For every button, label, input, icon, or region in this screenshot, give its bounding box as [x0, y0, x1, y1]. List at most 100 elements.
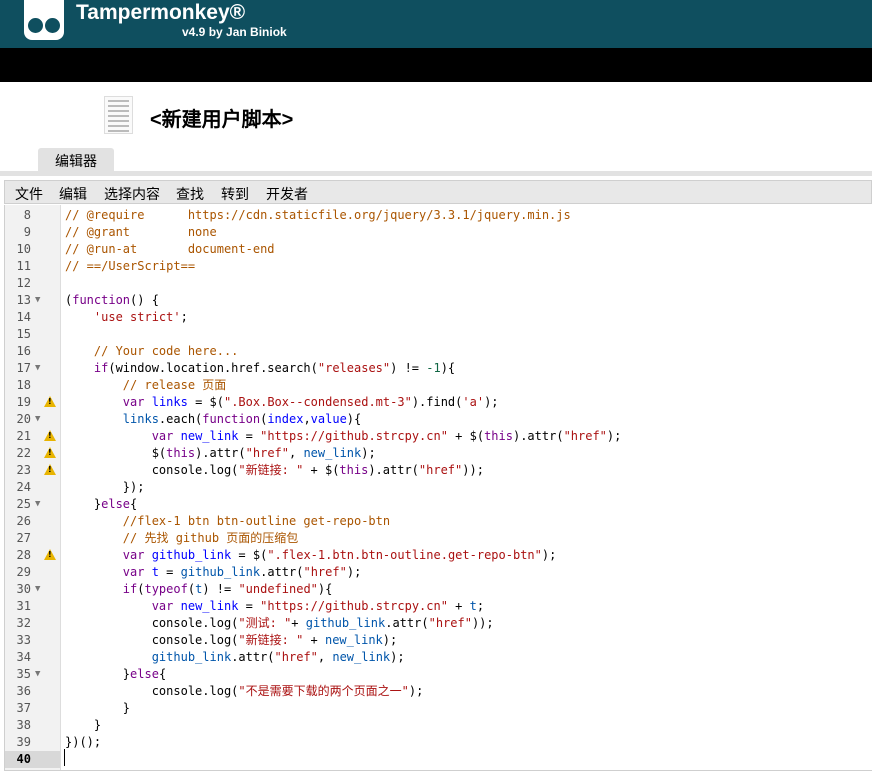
menu-find[interactable]: 查找: [176, 184, 204, 204]
code-line: 20 ▼ links.each(function(index,value){: [5, 411, 872, 428]
code-line: 9 // @grant none: [5, 224, 872, 241]
line-number: 14: [16, 310, 31, 324]
tab-strip: [0, 171, 872, 176]
code-line: 39 })();: [5, 734, 872, 751]
tampermonkey-logo-icon[interactable]: [24, 0, 64, 40]
fold-arrow-icon[interactable]: ▼: [35, 292, 40, 309]
line-number: 21: [16, 429, 31, 443]
code-line: 36 console.log("不是需要下载的两个页面之一");: [5, 683, 872, 700]
line-number: 22: [16, 446, 31, 460]
menu-file[interactable]: 文件: [15, 184, 43, 204]
line-code[interactable]: console.log("新链接: " + new_link);: [65, 632, 398, 649]
fold-arrow-icon[interactable]: ▼: [35, 496, 40, 513]
line-number: 23: [16, 463, 31, 477]
line-number: 38: [16, 718, 31, 732]
line-number: 17: [16, 361, 31, 375]
code-line: 35 ▼ }else{: [5, 666, 872, 683]
code-line: 40: [5, 751, 872, 768]
warning-icon[interactable]: [44, 430, 56, 441]
code-line: 8 // @require https://cdn.staticfile.org/…: [5, 207, 872, 224]
line-code[interactable]: $(this).attr("href", new_link);: [65, 445, 376, 462]
line-code[interactable]: links.each(function(index,value){: [65, 411, 361, 428]
line-number: 10: [16, 242, 31, 256]
line-code[interactable]: // @run-at document-end: [65, 241, 275, 258]
line-code[interactable]: var new_link = "https://github.strcpy.cn…: [65, 598, 484, 615]
fold-arrow-icon[interactable]: ▼: [35, 666, 40, 683]
code-line: 30 ▼ if(typeof(t) != "undefined"){: [5, 581, 872, 598]
script-file-icon: [104, 96, 133, 134]
line-number: 12: [16, 276, 31, 290]
line-code[interactable]: 'use strict';: [65, 309, 188, 326]
line-number: 30: [16, 582, 31, 596]
warning-icon[interactable]: [44, 447, 56, 458]
line-code[interactable]: if(typeof(t) != "undefined"){: [65, 581, 333, 598]
line-code[interactable]: // 先找 github 页面的压缩包: [65, 530, 298, 547]
code-line: 23 console.log("新链接: " + $(this).attr("h…: [5, 462, 872, 479]
line-number: 24: [16, 480, 31, 494]
line-code[interactable]: //flex-1 btn btn-outline get-repo-btn: [65, 513, 390, 530]
line-code[interactable]: (function() {: [65, 292, 159, 309]
line-number: 26: [16, 514, 31, 528]
code-line: 15: [5, 326, 872, 343]
menu-selection[interactable]: 选择内容: [104, 184, 160, 204]
line-code[interactable]: // release 页面: [65, 377, 226, 394]
app-version: v4.9 by Jan Biniok: [182, 25, 287, 39]
code-line: 24 });: [5, 479, 872, 496]
line-number: 32: [16, 616, 31, 630]
line-code[interactable]: // Your code here...: [65, 343, 239, 360]
code-line: 29 var t = github_link.attr("href");: [5, 564, 872, 581]
logo-right-eye: [45, 18, 60, 33]
warning-icon[interactable]: [44, 464, 56, 475]
menu-edit[interactable]: 编辑: [59, 184, 87, 204]
code-line: 32 console.log("测试: "+ github_link.attr(…: [5, 615, 872, 632]
line-code[interactable]: })();: [65, 734, 101, 751]
line-code[interactable]: var links = $(".Box.Box--condensed.mt-3"…: [65, 394, 499, 411]
line-code[interactable]: }else{: [65, 666, 166, 683]
line-code[interactable]: console.log("测试: "+ github_link.attr("hr…: [65, 615, 494, 632]
tab-editor[interactable]: 编辑器: [38, 148, 114, 176]
menu-developer[interactable]: 开发者: [266, 184, 308, 204]
warning-icon[interactable]: [44, 396, 56, 407]
page-title: <新建用户脚本>: [150, 109, 294, 131]
line-number: 9: [23, 225, 31, 239]
line-number: 40: [16, 752, 31, 766]
code-line: 34 github_link.attr("href", new_link);: [5, 649, 872, 666]
line-code[interactable]: });: [65, 479, 145, 496]
code-line: 25 ▼ }else{: [5, 496, 872, 513]
line-code[interactable]: }: [65, 700, 130, 717]
line-number: 13: [16, 293, 31, 307]
line-code[interactable]: // @require https://cdn.staticfile.org/j…: [65, 207, 571, 224]
line-code[interactable]: // @grant none: [65, 224, 217, 241]
line-code[interactable]: }else{: [65, 496, 137, 513]
app-title: Tampermonkey®: [76, 1, 246, 24]
line-code[interactable]: }: [65, 717, 101, 734]
logo-left-eye: [28, 18, 43, 33]
line-number: 36: [16, 684, 31, 698]
line-code[interactable]: console.log("不是需要下载的两个页面之一");: [65, 683, 424, 700]
code-line: 17 ▼ if(window.location.href.search("rele…: [5, 360, 872, 377]
menu-goto[interactable]: 转到: [221, 184, 249, 204]
code-line: 37 }: [5, 700, 872, 717]
fold-arrow-icon[interactable]: ▼: [35, 411, 40, 428]
line-number: 16: [16, 344, 31, 358]
fold-arrow-icon[interactable]: ▼: [35, 581, 40, 598]
code-editor[interactable]: 8 // @require https://cdn.staticfile.org/…: [4, 205, 872, 771]
line-number: 29: [16, 565, 31, 579]
line-code[interactable]: if(window.location.href.search("releases…: [65, 360, 455, 377]
line-number: 27: [16, 531, 31, 545]
code-line: 18 // release 页面: [5, 377, 872, 394]
line-code[interactable]: var t = github_link.attr("href");: [65, 564, 362, 581]
line-number: 8: [23, 208, 31, 222]
warning-icon[interactable]: [44, 549, 56, 560]
line-code[interactable]: console.log("新链接: " + $(this).attr("href…: [65, 462, 484, 479]
line-code[interactable]: // ==/UserScript==: [65, 258, 195, 275]
line-code[interactable]: var new_link = "https://github.strcpy.cn…: [65, 428, 622, 445]
line-number: 11: [16, 259, 31, 273]
line-code[interactable]: var github_link = $(".flex-1.btn.btn-out…: [65, 547, 557, 564]
code-line: 10 // @run-at document-end: [5, 241, 872, 258]
code-line: 21 var new_link = "https://github.strcpy…: [5, 428, 872, 445]
line-number: 39: [16, 735, 31, 749]
line-number: 20: [16, 412, 31, 426]
fold-arrow-icon[interactable]: ▼: [35, 360, 40, 377]
line-code[interactable]: github_link.attr("href", new_link);: [65, 649, 405, 666]
